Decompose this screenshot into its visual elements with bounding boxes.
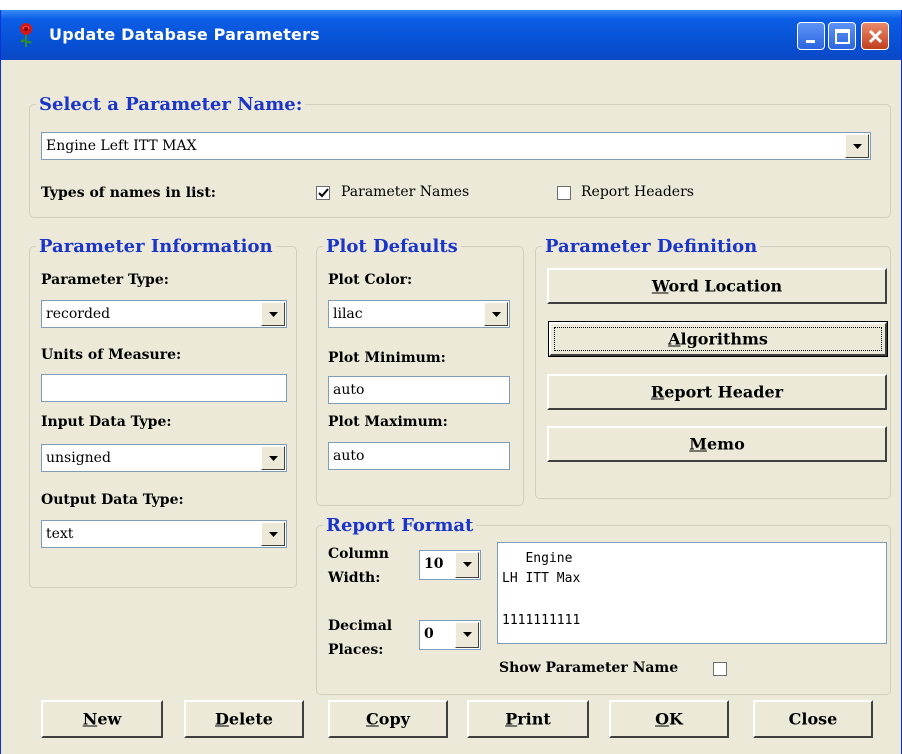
- plot-maximum-label: Plot Maximum:: [328, 414, 448, 430]
- dropdown-arrow-button[interactable]: [261, 302, 285, 326]
- new-label: New: [82, 709, 122, 729]
- close-icon: [868, 29, 883, 44]
- close-label: Close: [788, 709, 838, 729]
- plot-color-label: Plot Color:: [328, 272, 413, 288]
- types-of-names-label: Types of names in list:: [41, 185, 216, 201]
- memo-button[interactable]: Memo: [547, 426, 887, 462]
- input-data-type-label: Input Data Type:: [41, 414, 172, 430]
- report-headers-label: Report Headers: [581, 184, 694, 200]
- dropdown-arrow-button[interactable]: [845, 134, 869, 158]
- input-data-type-dropdown[interactable]: unsigned: [41, 444, 287, 472]
- word-location-label: Word Location: [651, 276, 783, 296]
- minimize-icon: [806, 40, 815, 43]
- decimal-places-value: 0: [424, 626, 434, 642]
- chevron-down-icon: [492, 312, 501, 317]
- parameter-names-label: Parameter Names: [341, 184, 470, 200]
- report-header-label: Report Header: [650, 382, 784, 402]
- chevron-down-icon: [269, 532, 278, 537]
- chevron-down-icon: [853, 144, 862, 149]
- chevron-down-icon: [463, 562, 472, 567]
- parameter-information-legend: Parameter Information: [39, 236, 273, 257]
- parameter-type-value: recorded: [46, 306, 111, 322]
- parameter-names-checkbox[interactable]: [316, 186, 330, 200]
- title-bar[interactable]: Update Database Parameters: [1, 10, 901, 60]
- column-width-dropdown[interactable]: 10: [419, 550, 481, 580]
- minimize-button[interactable]: [797, 22, 825, 50]
- print-button[interactable]: Print: [467, 700, 589, 738]
- report-format-legend: Report Format: [326, 515, 474, 536]
- dialog-window: Update Database Parameters Select a Para…: [0, 10, 902, 754]
- parameter-name-dropdown[interactable]: Engine Left ITT MAX: [41, 132, 871, 160]
- delete-label: Delete: [215, 709, 273, 729]
- ok-button[interactable]: OK: [609, 700, 729, 738]
- plot-minimum-field[interactable]: auto: [328, 376, 510, 404]
- plot-maximum-value: auto: [333, 448, 365, 464]
- show-parameter-name-checkbox[interactable]: [713, 662, 727, 676]
- window-title: Update Database Parameters: [49, 25, 320, 44]
- ok-label: OK: [655, 709, 683, 729]
- copy-button[interactable]: Copy: [328, 700, 448, 738]
- plot-defaults-legend: Plot Defaults: [326, 236, 458, 257]
- column-width-value: 10: [424, 556, 444, 572]
- column-width-label: Column: [328, 546, 389, 562]
- dropdown-arrow-button[interactable]: [455, 552, 479, 578]
- memo-label: Memo: [689, 434, 745, 454]
- report-format-preview: Engine LH ITT Max 1111111111: [497, 542, 887, 644]
- word-location-button[interactable]: Word Location: [547, 268, 887, 304]
- chevron-down-icon: [269, 312, 278, 317]
- chevron-down-icon: [463, 632, 472, 637]
- parameter-definition-legend: Parameter Definition: [545, 236, 758, 257]
- checkmark-icon: [318, 188, 329, 198]
- preview-line: LH ITT Max: [502, 571, 581, 586]
- delete-button[interactable]: Delete: [184, 700, 304, 738]
- preview-line: 1111111111: [502, 613, 581, 628]
- plot-minimum-value: auto: [333, 382, 365, 398]
- parameter-name-value: Engine Left ITT MAX: [46, 138, 197, 154]
- preview-line: Engine: [502, 551, 573, 566]
- plot-maximum-field[interactable]: auto: [328, 442, 510, 470]
- plot-color-dropdown[interactable]: lilac: [328, 300, 510, 328]
- report-headers-checkbox[interactable]: [557, 186, 571, 200]
- maximize-icon: [835, 29, 850, 44]
- maximize-button[interactable]: [828, 22, 856, 50]
- plot-minimum-label: Plot Minimum:: [328, 350, 446, 366]
- copy-label: Copy: [366, 709, 410, 729]
- algorithms-button[interactable]: Algorithms: [548, 321, 888, 357]
- parameter-type-dropdown[interactable]: recorded: [41, 300, 287, 328]
- algorithms-label: Algorithms: [668, 329, 768, 349]
- dropdown-arrow-button[interactable]: [455, 622, 479, 648]
- dropdown-arrow-button[interactable]: [261, 522, 285, 546]
- column-width-label-line2: Width:: [328, 570, 381, 586]
- print-label: Print: [505, 709, 551, 729]
- new-button[interactable]: New: [41, 700, 163, 738]
- input-data-type-value: unsigned: [46, 450, 111, 466]
- rose-icon: [20, 23, 32, 47]
- output-data-type-label: Output Data Type:: [41, 492, 184, 508]
- dropdown-arrow-button[interactable]: [484, 302, 508, 326]
- plot-color-value: lilac: [333, 306, 363, 322]
- dropdown-arrow-button[interactable]: [261, 446, 285, 470]
- close-dialog-button[interactable]: Close: [753, 700, 873, 738]
- report-header-button[interactable]: Report Header: [547, 374, 887, 410]
- chevron-down-icon: [269, 456, 278, 461]
- output-data-type-dropdown[interactable]: text: [41, 520, 287, 548]
- parameter-type-label: Parameter Type:: [41, 272, 169, 288]
- units-of-measure-label: Units of Measure:: [41, 347, 182, 363]
- decimal-places-label-line2: Places:: [328, 642, 384, 658]
- show-parameter-name-label: Show Parameter Name: [499, 660, 679, 676]
- decimal-places-label: Decimal: [328, 618, 393, 634]
- select-parameter-legend: Select a Parameter Name:: [39, 94, 303, 115]
- units-of-measure-field[interactable]: [41, 374, 287, 402]
- close-button[interactable]: [861, 22, 889, 50]
- output-data-type-value: text: [46, 526, 74, 542]
- decimal-places-dropdown[interactable]: 0: [419, 620, 481, 650]
